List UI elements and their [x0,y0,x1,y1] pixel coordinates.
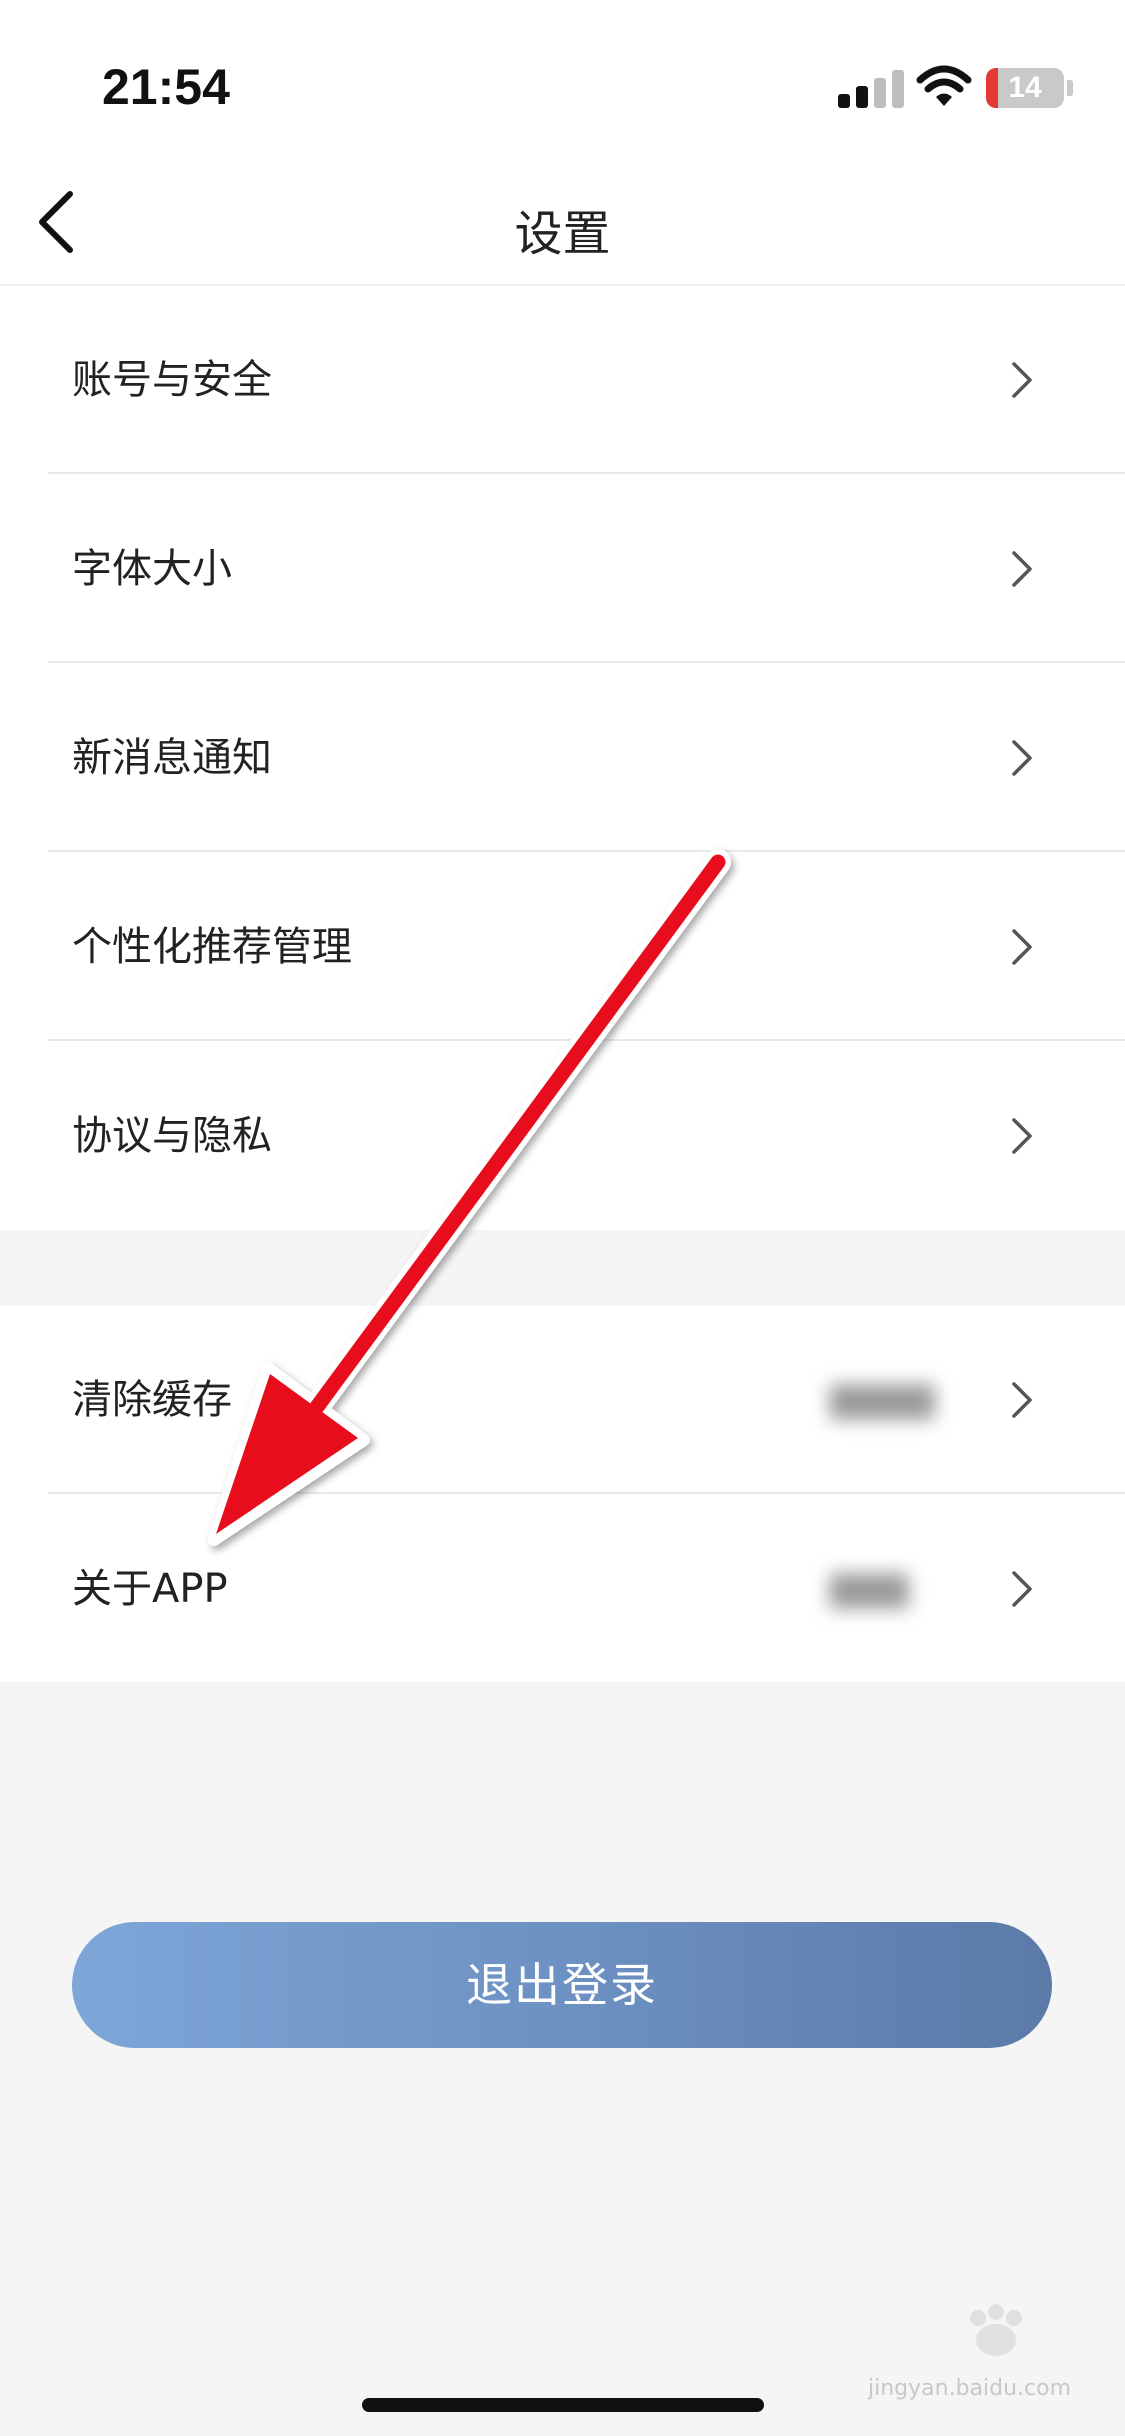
settings-item-about-app[interactable]: 关于APP ▇▇▇ [0,1495,1125,1683]
chevron-right-icon [1012,1118,1032,1154]
settings-item-label: 字体大小 [72,546,232,592]
settings-item-label: 关于APP [72,1566,228,1612]
settings-item-label: 协议与隐私 [72,1113,272,1159]
chevron-right-icon [1012,740,1032,776]
settings-item-recommendation[interactable]: 个性化推荐管理 [0,853,1125,1041]
chevron-right-icon [1012,551,1032,587]
chevron-right-icon [1012,362,1032,398]
settings-item-label: 个性化推荐管理 [72,924,352,970]
status-bar: 21:54 14 [0,0,1125,160]
watermark-text: jingyan.baidu.com [868,2376,1072,2401]
app-version-blurred: ▇▇▇ [830,1569,909,1609]
settings-item-label: 新消息通知 [72,735,272,781]
chevron-right-icon [1012,1571,1032,1607]
battery-level: 14 [1008,71,1042,104]
status-time: 21:54 [102,59,230,115]
chevron-right-icon [1012,929,1032,965]
settings-group-main: 账号与安全 字体大小 新消息通知 个性化推荐管理 协议与隐私 [0,286,1125,1230]
divider [48,1039,1125,1041]
chevron-right-icon [1012,1382,1032,1418]
divider [48,472,1125,474]
settings-item-label: 清除缓存 [72,1377,232,1423]
settings-group-app: 清除缓存 ▇▇▇▇ 关于APP ▇▇▇ [0,1306,1125,1682]
settings-item-font-size[interactable]: 字体大小 [0,475,1125,663]
settings-item-notifications[interactable]: 新消息通知 [0,664,1125,852]
divider [48,661,1125,663]
cache-size-blurred: ▇▇▇▇ [830,1380,935,1420]
cellular-signal-icon [838,68,904,108]
settings-item-account-security[interactable]: 账号与安全 [0,286,1125,474]
battery-cap [1067,80,1073,96]
settings-item-label: 账号与安全 [72,357,272,403]
wifi-icon [916,65,972,106]
settings-item-clear-cache[interactable]: 清除缓存 ▇▇▇▇ [0,1306,1125,1494]
nav-bar: 设置 [0,160,1125,286]
home-indicator[interactable] [362,2398,764,2412]
divider [48,850,1125,852]
divider [48,1492,1125,1494]
settings-item-privacy[interactable]: 协议与隐私 [0,1042,1125,1230]
page-title: 设置 [514,206,611,262]
logout-button[interactable]: 退出登录 [72,1922,1052,2048]
battery-icon: 14 [986,68,1064,108]
